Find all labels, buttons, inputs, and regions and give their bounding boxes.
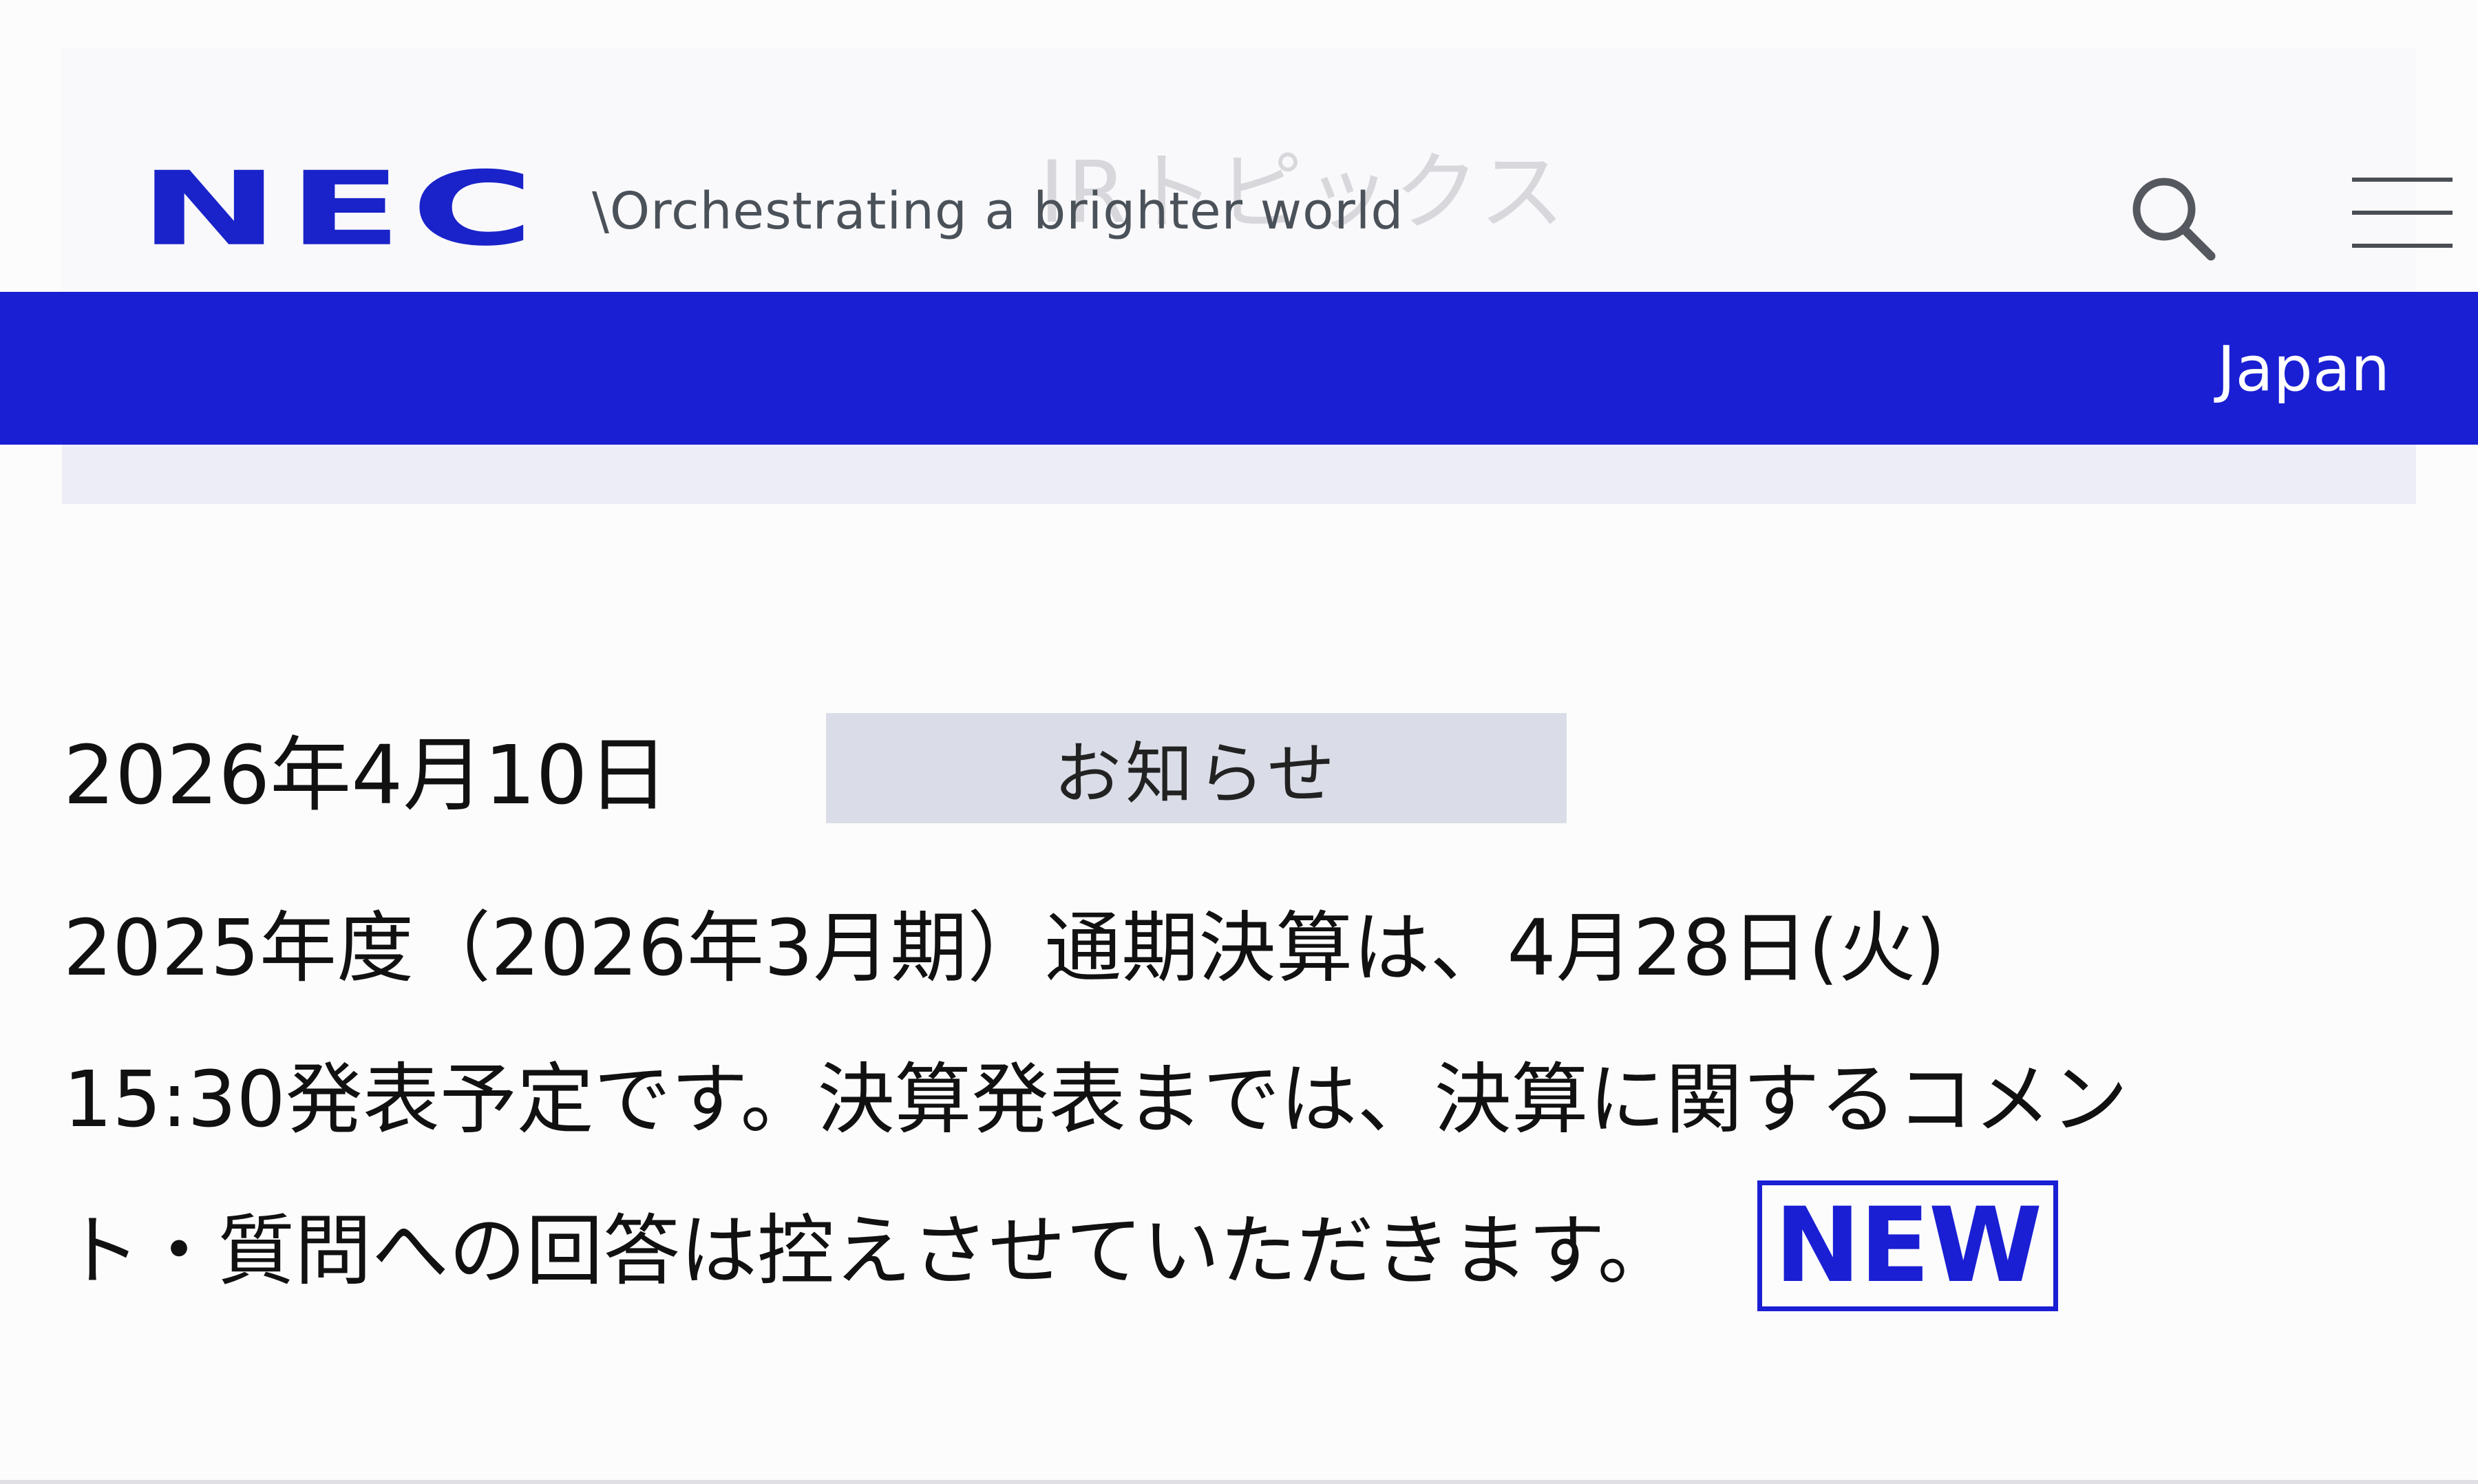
new-badge: NEW <box>1757 1180 2059 1312</box>
news-category-tag: お知らせ <box>826 713 1567 823</box>
news-body-line-last: ト・質問への回答は控えさせていただきます。 NEW <box>63 1176 2397 1327</box>
nec-logo[interactable]: NEC <box>139 158 543 260</box>
news-body-line: 15:30発表予定です。決算発表までは、決算に関するコメン <box>63 1055 2128 1145</box>
news-date: 2026年4月10日 <box>63 728 669 823</box>
sub-navigation-strip <box>62 445 2416 504</box>
region-bar: Japan <box>0 292 2478 445</box>
news-body-line: ト・質問への回答は控えさせていただきます。 <box>63 1207 1675 1296</box>
bottom-divider <box>0 1480 2478 1484</box>
search-icon <box>2132 178 2216 261</box>
region-selector-japan[interactable]: Japan <box>2217 333 2390 405</box>
menu-button[interactable] <box>2347 172 2457 255</box>
news-body-line: 2025年度（2026年3月期）通期決算は、4月28日(火) <box>63 904 1946 993</box>
news-item-link[interactable]: 2025年度（2026年3月期）通期決算は、4月28日(火) 15:30発表予定… <box>63 873 2397 1327</box>
search-button[interactable] <box>2120 165 2223 268</box>
site-header: IRトピックス NEC \Orchestrating a brighter wo… <box>62 48 2453 292</box>
brand-tagline: \Orchestrating a brighter world <box>592 182 1404 241</box>
hamburger-menu-icon <box>2352 178 2453 248</box>
